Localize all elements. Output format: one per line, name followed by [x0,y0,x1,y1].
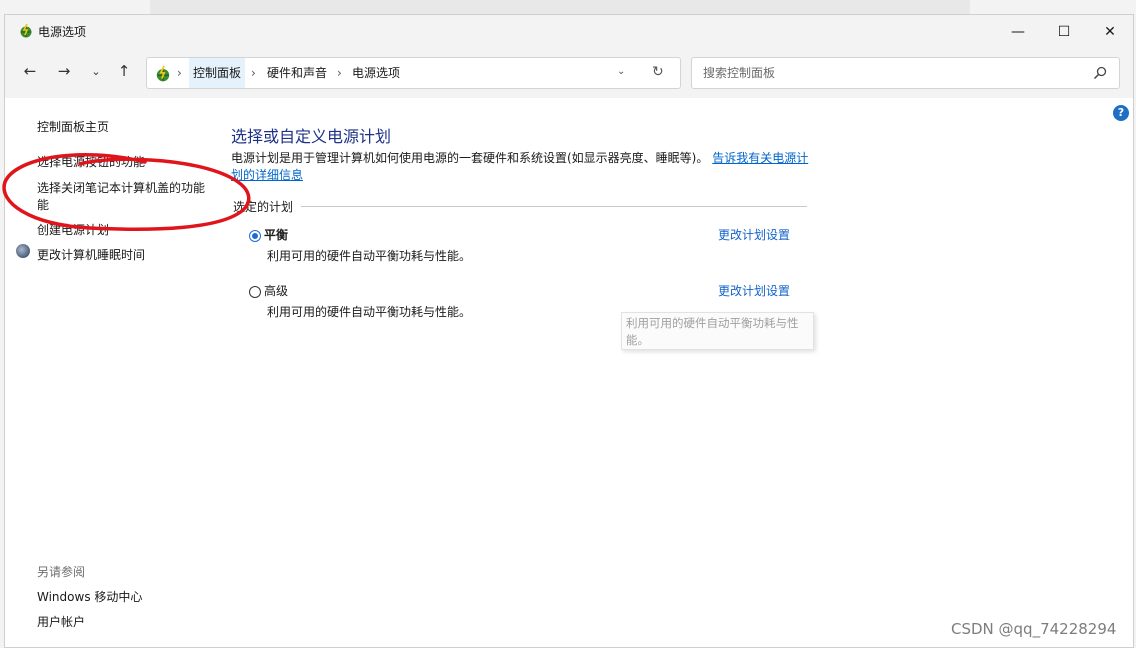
plan-balanced-name[interactable]: 平衡 [264,226,288,243]
breadcrumb-separator[interactable]: › [337,58,342,88]
plan-balanced-settings-link[interactable]: 更改计划设置 [718,226,790,243]
see-also-heading: 另请参阅 [37,565,86,579]
group-divider [301,206,807,207]
page-title: 选择或自定义电源计划 [231,127,392,146]
plan-advanced-settings-link[interactable]: 更改计划设置 [718,282,790,299]
sidebar-link-power-button[interactable]: 选择电源按钮的功能 [37,153,145,170]
plan-advanced-radio[interactable] [249,286,261,298]
plan-balanced-radio[interactable] [249,230,261,242]
sidebar-link-control-panel-home[interactable]: 控制面板主页 [37,118,109,135]
up-arrow-icon[interactable]: ↑ [113,60,135,82]
close-button[interactable]: ✕ [1087,15,1133,48]
search-box[interactable] [691,57,1120,89]
power-options-window: 电源选项 — ☐ ✕ ← → ⌄ ↑ › 控制面板 › 硬件和声音 › 电源选项… [4,14,1134,648]
content-area: ? 控制面板主页 选择电源按钮的功能 选择关闭笔记本计算机盖的功能 能 创建电源… [5,98,1133,647]
breadcrumb-separator[interactable]: › [251,58,256,88]
page-description: 电源计划是用于管理计算机如何使用电源的一套硬件和系统设置(如显示器亮度、睡眠等)… [231,150,811,184]
plan-advanced-description: 利用可用的硬件自动平衡功耗与性能。 [267,305,472,319]
sidebar-link-user-accounts[interactable]: 用户帐户 [37,613,85,630]
plan-advanced-name[interactable]: 高级 [264,282,288,299]
navigation-bar: ← → ⌄ ↑ › 控制面板 › 硬件和声音 › 电源选项 ⌄ ↻ [5,48,1133,98]
sleep-moon-icon [16,244,30,258]
breadcrumb-separator: › [177,66,182,80]
recent-locations-chevron-icon[interactable]: ⌄ [85,60,107,82]
learn-more-link[interactable]: 告诉我有关电源计 [712,151,808,165]
breadcrumb-control-panel[interactable]: 控制面板 [189,58,246,88]
sidebar-link-mobility-center[interactable]: Windows 移动中心 [37,588,142,605]
power-options-icon [20,23,32,38]
refresh-icon[interactable]: ↻ [652,64,664,80]
minimize-button[interactable]: — [995,15,1041,48]
back-arrow-icon[interactable]: ← [19,60,41,82]
sidebar-link-sleep-time[interactable]: 更改计算机睡眠时间 [37,246,145,263]
plan-tooltip: 利用可用的硬件自动平衡功耗与性能。 [621,312,814,350]
selected-plans-label: 选定的计划 [233,198,300,215]
address-bar[interactable]: › 控制面板 › 硬件和声音 › 电源选项 ⌄ ↻ [146,57,681,89]
maximize-button[interactable]: ☐ [1041,15,1087,48]
plan-balanced-description: 利用可用的硬件自动平衡功耗与性能。 [267,249,472,263]
description-text: 电源计划是用于管理计算机如何使用电源的一套硬件和系统设置(如显示器亮度、睡眠等)… [231,151,709,165]
breadcrumb-hardware-sound[interactable]: 硬件和声音 [267,58,327,88]
sidebar-link-lid-close-wrap[interactable]: 能 [37,196,49,213]
learn-more-link-wrap[interactable]: 划的详细信息 [231,168,303,182]
sidebar-link-create-plan[interactable]: 创建电源计划 [37,221,109,238]
help-icon[interactable]: ? [1113,105,1129,121]
search-icon[interactable] [1092,65,1108,81]
search-input[interactable] [701,65,1075,81]
title-bar: 电源选项 — ☐ ✕ [5,15,1133,48]
forward-arrow-icon[interactable]: → [53,60,75,82]
breadcrumb-power-options[interactable]: 电源选项 [352,58,400,88]
background-window-strip [150,0,970,14]
sidebar-link-lid-close[interactable]: 选择关闭笔记本计算机盖的功能 [37,179,205,196]
control-panel-icon [156,65,170,82]
window-title: 电源选项 [38,25,87,39]
csdn-watermark: CSDN @qq_74228294 [951,620,1117,638]
address-dropdown-icon[interactable]: ⌄ [617,66,625,77]
